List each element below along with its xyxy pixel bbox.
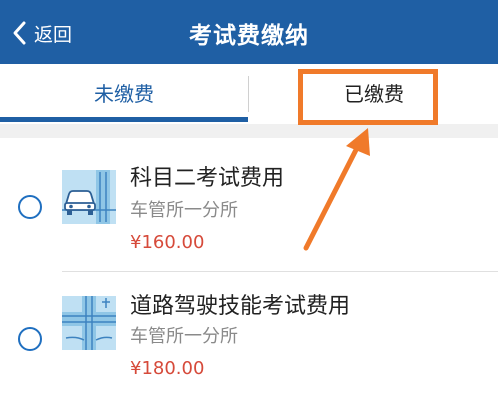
section-gap bbox=[0, 124, 498, 138]
annotation-highlight-box bbox=[298, 69, 438, 125]
list-item[interactable]: 道路驾驶技能考试费用 车管所一分所 ¥180.00 bbox=[0, 272, 498, 406]
tab-divider bbox=[248, 76, 249, 112]
fee-name: 道路驾驶技能考试费用 bbox=[130, 294, 351, 319]
fee-office: 车管所一分所 bbox=[130, 200, 238, 221]
page-title: 考试费缴纳 bbox=[189, 23, 309, 49]
radio-button[interactable] bbox=[18, 195, 42, 219]
active-tab-indicator bbox=[0, 117, 248, 122]
app-header: 返回 考试费缴纳 bbox=[0, 0, 498, 64]
list-item[interactable]: 科目二考试费用 车管所一分所 ¥160.00 bbox=[0, 138, 498, 272]
tab-unpaid[interactable]: 未缴费 bbox=[0, 64, 248, 124]
car-road-icon bbox=[62, 170, 116, 224]
fee-list: 科目二考试费用 车管所一分所 ¥160.00 道路驾驶技能考试费用 车管所一分所… bbox=[0, 138, 498, 406]
fee-office: 车管所一分所 bbox=[130, 326, 238, 347]
fee-price: ¥160.00 bbox=[130, 232, 205, 253]
road-junction-icon bbox=[62, 296, 116, 350]
fee-price: ¥180.00 bbox=[130, 358, 205, 379]
radio-button[interactable] bbox=[18, 327, 42, 351]
fee-name: 科目二考试费用 bbox=[130, 166, 285, 191]
